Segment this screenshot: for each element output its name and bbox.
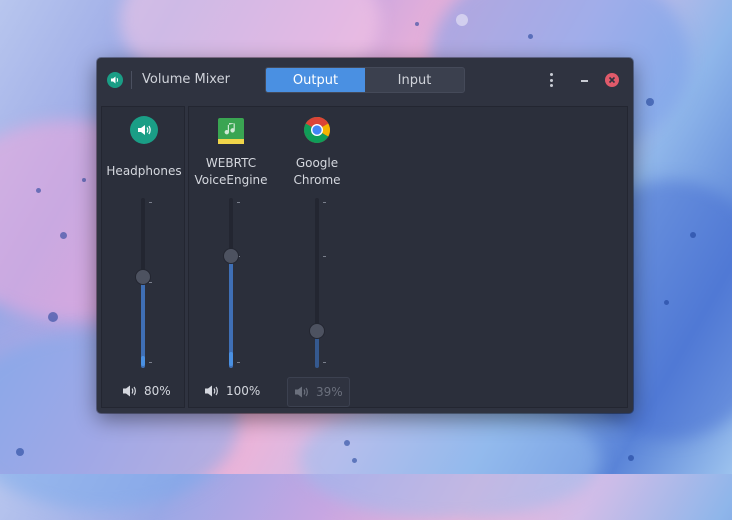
slider-tick <box>149 282 152 283</box>
level-meter <box>229 352 233 366</box>
channel-name-line2: Chrome <box>293 173 341 187</box>
mute-toggle-chrome[interactable]: 39% <box>287 377 350 407</box>
channel-google-chrome: Google Chrome 39% <box>275 107 359 407</box>
slider-tick <box>149 362 152 363</box>
output-input-switcher: Output Input <box>265 67 465 93</box>
channel-name: Headphones <box>106 164 182 178</box>
volume-percent: 80% <box>144 384 171 398</box>
tab-input[interactable]: Input <box>365 68 464 92</box>
channel-name-line1: Google <box>295 156 339 170</box>
volume-slider-headphones[interactable] <box>133 198 153 368</box>
music-app-icon <box>218 118 244 144</box>
slider-knob[interactable] <box>223 248 239 264</box>
slider-tick <box>323 256 326 257</box>
slider-fill <box>141 277 145 368</box>
slider-tick <box>237 362 240 363</box>
mute-toggle-headphones[interactable]: 80% <box>122 377 171 405</box>
device-panel: Headphones 80% <box>101 106 185 408</box>
channel-name-line2: VoiceEngine <box>194 173 268 187</box>
chrome-icon <box>303 116 331 144</box>
slider-tick <box>323 362 326 363</box>
more-options-icon[interactable] <box>545 71 557 89</box>
volume-icon <box>295 386 308 398</box>
slider-knob[interactable] <box>309 323 325 339</box>
app-speaker-icon <box>107 72 123 88</box>
minimize-icon[interactable] <box>577 72 593 88</box>
title-separator <box>131 71 132 89</box>
volume-slider-chrome[interactable] <box>307 198 327 368</box>
slider-tick <box>237 202 240 203</box>
level-meter <box>141 356 145 366</box>
volume-slider-webrtc[interactable] <box>221 198 241 368</box>
title-bar[interactable]: Volume Mixer Output Input <box>97 58 633 102</box>
channel-webrtc: WEBRTC VoiceEngine 100% <box>189 107 273 407</box>
tab-output[interactable]: Output <box>266 68 365 92</box>
volume-icon <box>123 385 136 397</box>
mute-toggle-webrtc[interactable]: 100% <box>204 377 260 405</box>
channel-name-line1: WEBRTC <box>205 156 257 170</box>
close-icon[interactable] <box>605 73 619 87</box>
volume-mixer-window: Volume Mixer Output Input Headphones 80%… <box>97 58 633 413</box>
window-title: Volume Mixer <box>142 72 230 87</box>
channel-headphones: Headphones 80% <box>102 107 186 407</box>
volume-icon <box>205 385 218 397</box>
slider-knob[interactable] <box>135 269 151 285</box>
slider-tick <box>323 202 326 203</box>
headphones-speaker-icon <box>130 116 158 144</box>
volume-percent: 100% <box>226 384 261 398</box>
volume-percent: 39% <box>316 385 343 399</box>
applications-panel: WEBRTC VoiceEngine 100% Google Chrome 39… <box>188 106 628 408</box>
slider-tick <box>149 202 152 203</box>
